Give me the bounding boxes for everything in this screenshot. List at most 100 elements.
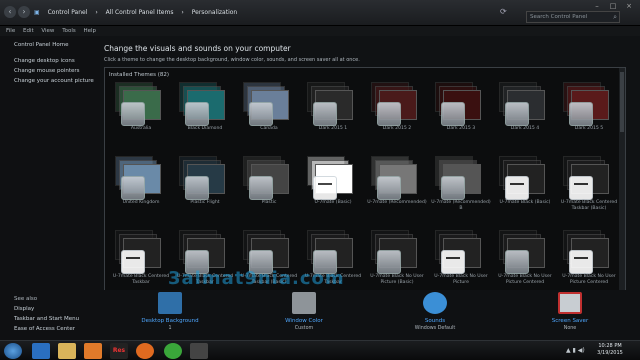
scroll-thumb[interactable] (620, 72, 624, 132)
crumb-3[interactable]: Personalization (192, 9, 238, 16)
search-icon[interactable]: ⌕ (613, 12, 617, 22)
theme-name: U-7mate Black No User Picture Centered (498, 274, 552, 285)
display-link[interactable]: Display (14, 306, 34, 312)
ease-of-access-link[interactable]: Ease of Access Center (14, 326, 75, 332)
window-color-option[interactable]: Window Color Custom (264, 290, 344, 338)
theme-tile[interactable]: Dark 2015 1 (303, 82, 363, 148)
theme-tile[interactable]: Canada (239, 82, 299, 148)
theme-tile[interactable]: Black Diamond (175, 82, 235, 148)
theme-tile[interactable]: U-7mate Black (Basic) (495, 156, 555, 222)
options-strip: Desktop Background 1 Window Color Custom… (100, 290, 640, 340)
theme-name: U-7mate Black Centered Taskbar (Basic) (560, 200, 618, 211)
change-desktop-icons-link[interactable]: Change desktop icons (14, 58, 75, 64)
theme-color-swatch (121, 176, 145, 200)
theme-name: Australia (130, 126, 152, 131)
theme-name: Black Diamond (187, 126, 223, 131)
menu-help[interactable]: Help (84, 28, 97, 34)
desktop-background-icon (158, 292, 182, 314)
theme-tile[interactable]: Australia (111, 82, 171, 148)
refresh-icon[interactable]: ⟳ (500, 7, 510, 17)
control-panel-home-link[interactable]: Control Panel Home (14, 42, 68, 48)
theme-name: Dark 2015 1 (318, 126, 348, 131)
menu-file[interactable]: File (6, 28, 15, 34)
change-account-picture-link[interactable]: Change your account picture (14, 78, 94, 84)
menu-edit[interactable]: Edit (23, 28, 34, 34)
theme-color-swatch (441, 250, 465, 274)
left-nav: Control Panel Home Change desktop icons … (0, 36, 100, 340)
theme-color-swatch (441, 102, 465, 126)
window-color-icon (292, 292, 316, 314)
theme-color-swatch (569, 250, 593, 274)
menu-tools[interactable]: Tools (62, 28, 76, 34)
firefox-icon[interactable] (136, 343, 154, 359)
theme-tile[interactable]: U-7mate (Basic) (303, 156, 363, 222)
theme-name: United Kingdom (122, 200, 160, 205)
theme-tile[interactable]: U-7mate Black No User Picture Centered (495, 230, 555, 296)
theme-name: Plastic Flight (190, 200, 220, 205)
theme-tile[interactable]: Plastic (239, 156, 299, 222)
breadcrumb[interactable]: ▣ Control Panel › All Control Panel Item… (34, 6, 494, 20)
theme-tile[interactable]: Dark 2015 3 (431, 82, 491, 148)
search-input[interactable]: Search Control Panel ⌕ (526, 11, 620, 23)
theme-name: U-7mate (Basic) (314, 200, 352, 205)
menu-view[interactable]: View (41, 28, 54, 34)
window-color-value: Custom (294, 326, 314, 331)
installed-themes-label: Installed Themes (82) (109, 72, 170, 78)
app-icon[interactable] (190, 343, 208, 359)
utorrent-icon[interactable] (164, 343, 182, 359)
theme-name: U-7mate Black No User Picture Centered (562, 274, 616, 285)
theme-color-swatch (441, 176, 465, 200)
theme-tile[interactable]: United Kingdom (111, 156, 171, 222)
clock[interactable]: 10:28 PM 3/19/2015 (590, 343, 630, 357)
theme-color-swatch (313, 176, 337, 200)
theme-color-swatch (505, 250, 529, 274)
theme-color-swatch (185, 176, 209, 200)
theme-tile[interactable]: Dark 2015 5 (559, 82, 619, 148)
theme-tile[interactable]: U-7mate (Recommended) B (431, 156, 491, 222)
taskbar-start-menu-link[interactable]: Taskbar and Start Menu (14, 316, 79, 322)
start-button-icon[interactable] (4, 343, 22, 359)
minimize-icon[interactable]: – (590, 2, 604, 10)
theme-tile[interactable]: U-7mate (Recommended) (367, 156, 427, 222)
theme-color-swatch (377, 176, 401, 200)
theme-color-swatch (505, 102, 529, 126)
theme-tile[interactable]: Dark 2015 2 (367, 82, 427, 148)
theme-color-swatch (121, 250, 145, 274)
theme-name: U-7mate Black Centered Taskbar (112, 274, 170, 285)
theme-tile[interactable]: U-7mate Black No User Picture Centered (559, 230, 619, 296)
scrollbar[interactable] (619, 68, 625, 318)
crumb-1[interactable]: Control Panel (48, 9, 88, 16)
back-icon[interactable]: ‹ (4, 6, 16, 18)
sounds-option[interactable]: Sounds Windows Default (395, 290, 475, 338)
desktop-background-value: 1 (168, 326, 172, 331)
explorer-icon[interactable] (58, 343, 76, 359)
change-mouse-pointers-link[interactable]: Change mouse pointers (14, 68, 80, 74)
theme-name: U-7mate Black No User Picture (434, 274, 488, 285)
theme-color-swatch (569, 176, 593, 200)
page-subtitle: Click a theme to change the desktop back… (104, 57, 360, 63)
theme-tile[interactable]: U-7mate Black Centered Taskbar (Basic) (559, 156, 619, 222)
clock-time: 10:28 PM (598, 343, 622, 349)
theme-tile[interactable]: U-7mate Black No User Picture (431, 230, 491, 296)
theme-color-swatch (505, 176, 529, 200)
res-hacker-icon[interactable]: Res (110, 343, 128, 359)
sounds-icon (423, 292, 447, 314)
theme-name: Dark 2015 5 (574, 126, 604, 131)
personalization-window: ‹ › ▣ Control Panel › All Control Panel … (0, 0, 640, 340)
screen-saver-option[interactable]: Screen Saver None (530, 290, 610, 338)
theme-tile[interactable]: Dark 2015 4 (495, 82, 555, 148)
ie-icon[interactable] (32, 343, 50, 359)
theme-tile[interactable]: U-7mate Black Centered Taskbar (111, 230, 171, 296)
desktop-background-option[interactable]: Desktop Background 1 (130, 290, 210, 338)
crumb-2[interactable]: All Control Panel Items (106, 9, 174, 16)
theme-name: U-7mate Black No User Picture (Basic) (370, 274, 424, 285)
media-player-icon[interactable] (84, 343, 102, 359)
theme-tile[interactable]: U-7mate Black No User Picture (Basic) (367, 230, 427, 296)
tray-icons[interactable]: ▲ ▮ ◀) (566, 347, 585, 354)
forward-icon[interactable]: › (18, 6, 30, 18)
theme-tile[interactable]: Plastic Flight (175, 156, 235, 222)
maximize-icon[interactable]: □ (606, 2, 620, 10)
control-panel-icon: ▣ (34, 9, 40, 16)
close-icon[interactable]: × (622, 2, 636, 10)
theme-name: Dark 2015 3 (446, 126, 476, 131)
